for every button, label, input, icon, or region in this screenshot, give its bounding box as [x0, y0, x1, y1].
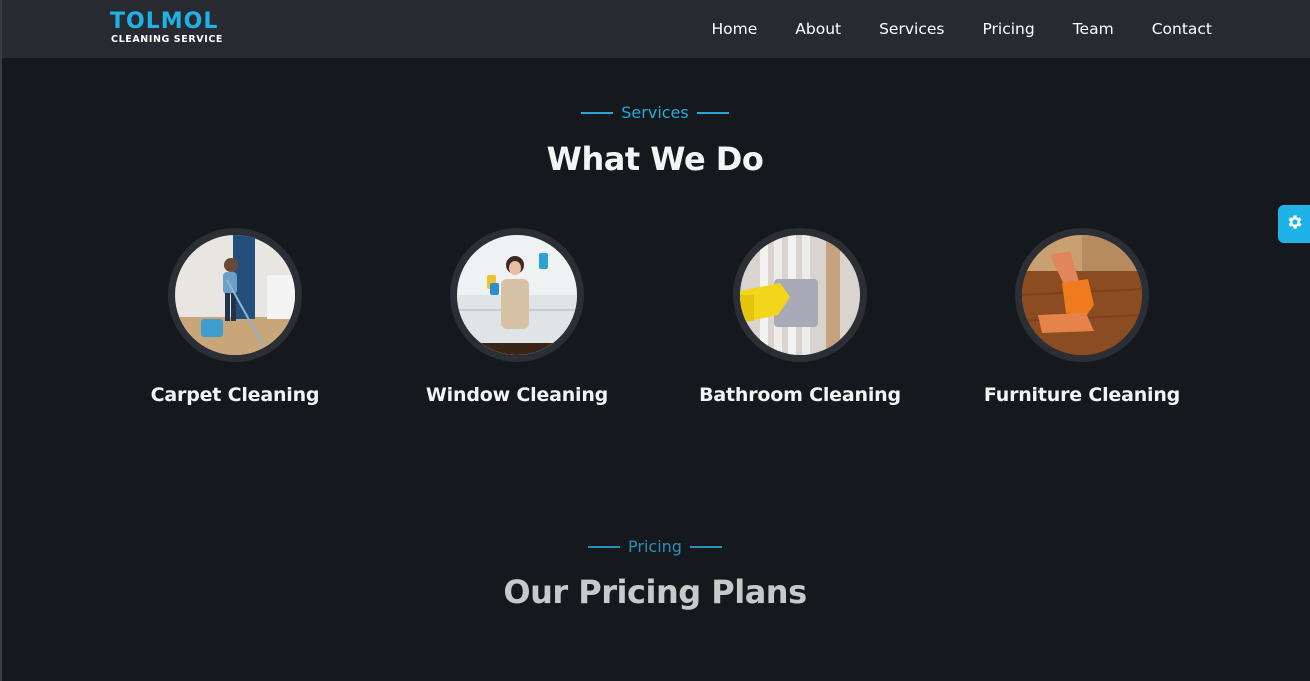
service-image-ring — [168, 228, 302, 362]
service-image-window — [457, 235, 577, 355]
service-card-bathroom[interactable]: Bathroom Cleaning — [670, 228, 930, 406]
pricing-section-tag: Pricing — [0, 537, 1310, 556]
tag-line-left — [581, 111, 614, 114]
gear-icon — [1286, 213, 1304, 235]
pricing-tag-label: Pricing — [628, 537, 682, 556]
services-section-tag: Services — [0, 103, 1310, 122]
nav-about[interactable]: About — [795, 20, 841, 38]
services-title: What We Do — [546, 140, 764, 178]
brand-name: TOLMOL — [110, 9, 219, 34]
nav-team[interactable]: Team — [1073, 20, 1114, 38]
service-label-window: Window Cleaning — [425, 384, 609, 406]
main-nav: Home About Services Pricing Team Contact — [711, 0, 1212, 58]
nav-pricing[interactable]: Pricing — [982, 20, 1034, 38]
tag-line-right — [689, 545, 722, 548]
service-card-furniture[interactable]: Furniture Cleaning — [952, 228, 1212, 406]
service-image-ring — [450, 228, 584, 362]
settings-button[interactable] — [1278, 205, 1310, 243]
service-image-bathroom — [740, 235, 860, 355]
services-tag-label: Services — [621, 103, 689, 122]
brand-logo[interactable]: TOLMOL CLEANING SERVICE — [110, 9, 224, 46]
service-image-ring — [733, 228, 867, 362]
brand-tagline: CLEANING SERVICE — [111, 34, 224, 45]
service-label-carpet: Carpet Cleaning — [150, 384, 320, 406]
site-header: TOLMOL CLEANING SERVICE Home About Servi… — [2, 0, 1310, 58]
nav-contact[interactable]: Contact — [1152, 20, 1212, 38]
nav-home[interactable]: Home — [711, 20, 757, 38]
service-image-ring — [1015, 228, 1149, 362]
tag-line-right — [696, 111, 729, 114]
pricing-title: Our Pricing Plans — [503, 573, 807, 611]
service-card-carpet[interactable]: Carpet Cleaning — [105, 228, 365, 406]
service-image-furniture — [1022, 235, 1142, 355]
service-card-window[interactable]: Window Cleaning — [387, 228, 647, 406]
nav-services[interactable]: Services — [879, 20, 944, 38]
service-label-bathroom: Bathroom Cleaning — [699, 384, 901, 406]
service-label-furniture: Furniture Cleaning — [983, 384, 1181, 406]
tag-line-left — [588, 545, 621, 548]
service-image-carpet — [175, 235, 295, 355]
